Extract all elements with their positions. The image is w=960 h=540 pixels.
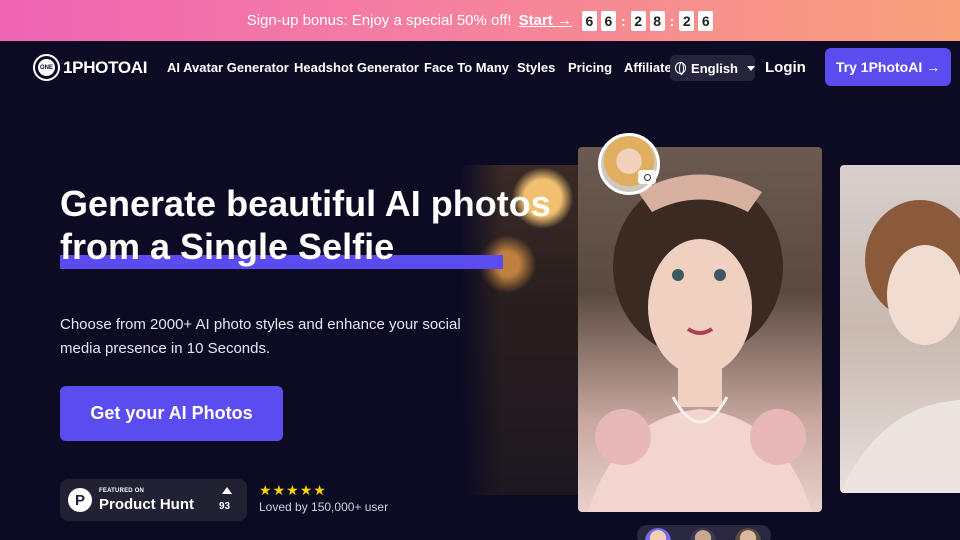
hero-title-line1: Generate beautiful AI photos xyxy=(60,183,551,224)
logo-mark-text: ONE xyxy=(38,59,55,76)
main-portrait-photo xyxy=(578,147,822,512)
star-icon: ★ xyxy=(313,482,326,498)
product-hunt-featured-label: FEATURED ON xyxy=(99,488,145,494)
nav-link-styles[interactable]: Styles xyxy=(517,60,555,75)
rating-stars: ★ ★ ★ ★ ★ xyxy=(259,483,326,497)
selfie-avatar xyxy=(598,133,660,195)
camera-icon xyxy=(638,170,656,184)
nav-link-ai-avatar-generator[interactable]: AI Avatar Generator xyxy=(167,60,289,75)
hero-title: Generate beautiful AI photos from a Sing… xyxy=(60,182,600,268)
language-selector[interactable]: English xyxy=(670,55,755,81)
countdown-separator: : xyxy=(620,12,626,29)
nav-link-pricing[interactable]: Pricing xyxy=(568,60,612,75)
countdown-digit: 6 xyxy=(600,10,616,31)
promo-start-link[interactable]: Start → xyxy=(519,12,572,29)
nav-link-headshot-generator[interactable]: Headshot Generator xyxy=(294,60,419,75)
product-hunt-name: Product Hunt xyxy=(99,496,194,513)
logo-text: 1PHOTOAI xyxy=(63,57,148,77)
site-logo[interactable]: ONE 1PHOTOAI xyxy=(33,54,148,81)
countdown-digit: 6 xyxy=(698,10,714,31)
promo-banner: Sign-up bonus: Enjoy a special 50% off! … xyxy=(0,0,960,41)
try-button[interactable]: Try 1PhotoAI → xyxy=(825,48,951,86)
countdown-digit: 2 xyxy=(630,10,646,31)
globe-icon xyxy=(675,62,687,75)
upvote-icon xyxy=(222,487,232,494)
get-ai-photos-button[interactable]: Get your AI Photos xyxy=(60,386,283,441)
chevron-down-icon xyxy=(747,65,755,71)
logo-icon: ONE xyxy=(33,54,60,81)
countdown-digit: 6 xyxy=(581,10,597,31)
login-link[interactable]: Login xyxy=(765,59,806,76)
loved-by-text: Loved by 150,000+ user xyxy=(259,500,389,514)
product-hunt-votes: 93 xyxy=(219,501,231,512)
star-icon: ★ xyxy=(299,482,313,498)
portrait-illustration xyxy=(588,174,812,512)
star-icon: ★ xyxy=(286,482,299,498)
countdown-separator: : xyxy=(669,12,675,29)
countdown-digit: 2 xyxy=(679,10,695,31)
nav-link-face-to-many[interactable]: Face To Many xyxy=(424,60,509,75)
language-label: English xyxy=(691,60,738,76)
promo-text: Sign-up bonus: Enjoy a special 50% off! xyxy=(246,12,512,29)
countdown-digit: 8 xyxy=(649,10,665,31)
hero-title-line2: from a Single Selfie xyxy=(60,226,395,267)
side-portrait-illustration xyxy=(840,200,960,493)
product-hunt-icon: P xyxy=(68,488,92,512)
hero-subtitle: Choose from 2000+ AI photo styles and en… xyxy=(60,316,461,357)
star-icon: ★ xyxy=(259,482,272,498)
product-hunt-badge[interactable]: P FEATURED ON Product Hunt 93 xyxy=(60,479,247,521)
star-icon: ★ xyxy=(272,482,286,498)
side-portrait-photo xyxy=(840,165,960,493)
